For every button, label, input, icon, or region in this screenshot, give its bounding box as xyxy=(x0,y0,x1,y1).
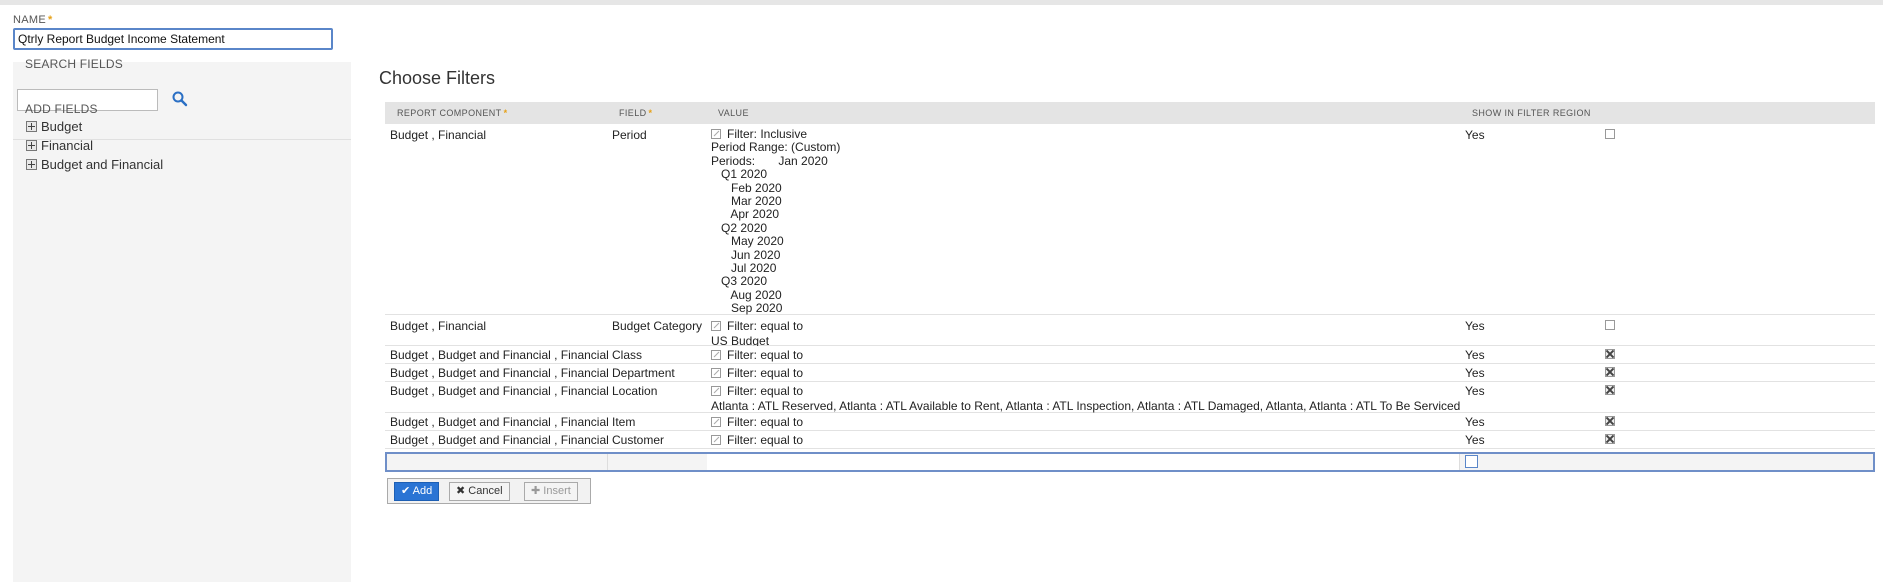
cancel-button[interactable]: ✖ Cancel xyxy=(449,482,510,501)
grid-header: REPORT COMPONENT * FIELD * VALUE SHOW IN F… xyxy=(385,102,1875,124)
table-row[interactable]: Budget , Budget and Financial , Financia… xyxy=(385,382,1875,413)
show-in-filter-cell: Yes xyxy=(1465,366,1485,380)
edit-icon[interactable] xyxy=(711,368,721,378)
name-label: NAME * xyxy=(13,14,53,26)
edit-icon[interactable] xyxy=(711,350,721,360)
show-in-filter-cell: Yes xyxy=(1465,415,1485,429)
new-field-cell[interactable] xyxy=(607,454,708,470)
show-in-filter-cell: Yes xyxy=(1465,384,1485,398)
field-cell: Item xyxy=(612,415,636,429)
row-checkbox[interactable] xyxy=(1605,320,1615,330)
add-button[interactable]: ✔ Add xyxy=(394,482,440,501)
row-checkbox[interactable] xyxy=(1605,434,1615,444)
table-row[interactable]: Budget , Budget and Financial , Financia… xyxy=(385,364,1875,382)
value-cell: Filter: equal to Atlanta : ATL Reserved,… xyxy=(711,384,1461,413)
expand-plus-icon[interactable] xyxy=(26,159,37,170)
table-row[interactable]: Budget , Financial Budget Category Filte… xyxy=(385,315,1875,348)
tree-item-budget[interactable]: Budget xyxy=(26,119,82,134)
top-bar xyxy=(0,0,1883,5)
report-component-cell: Budget , Financial xyxy=(390,319,487,333)
required-mark: * xyxy=(47,14,53,26)
new-value-cell[interactable] xyxy=(707,454,1460,470)
report-component-cell: Budget , Budget and Financial , Financia… xyxy=(390,384,609,398)
tree-item-financial[interactable]: Financial xyxy=(26,138,93,153)
column-header-field: FIELD * xyxy=(619,108,653,118)
row-checkbox[interactable] xyxy=(1605,416,1615,426)
value-cell: Filter: equal to xyxy=(711,348,803,363)
expand-plus-icon[interactable] xyxy=(26,140,37,151)
new-filter-row[interactable] xyxy=(385,452,1875,472)
field-cell: Department xyxy=(612,366,675,380)
close-icon: ✖ xyxy=(456,485,466,497)
page-title: Choose Filters xyxy=(379,68,496,88)
edit-icon[interactable] xyxy=(711,417,721,427)
show-in-filter-cell: Yes xyxy=(1465,433,1485,447)
column-header-value: VALUE xyxy=(718,108,749,118)
report-component-cell: Budget , Financial xyxy=(390,128,487,142)
edit-icon[interactable] xyxy=(711,321,721,331)
field-cell: Period xyxy=(612,128,647,142)
check-icon: ✔ xyxy=(401,485,411,497)
value-cell: Filter: equal to xyxy=(711,433,803,448)
new-component-cell[interactable] xyxy=(387,454,608,470)
search-icon[interactable] xyxy=(171,90,189,108)
show-in-filter-cell: Yes xyxy=(1465,128,1485,142)
row-checkbox[interactable] xyxy=(1605,349,1615,359)
field-cell: Budget Category xyxy=(612,319,703,333)
value-cell: Filter: equal to US Budget xyxy=(711,319,804,348)
edit-icon[interactable] xyxy=(711,129,721,139)
value-cell: Filter: equal to xyxy=(711,366,803,381)
search-fields-heading: SEARCH FIELDS xyxy=(25,57,123,71)
row-checkbox[interactable] xyxy=(1605,129,1615,139)
field-cell: Class xyxy=(612,348,643,362)
name-input[interactable] xyxy=(13,28,333,50)
insert-button[interactable]: ✚ Insert xyxy=(524,482,578,501)
filters-panel: Choose Filters REPORT COMPONENT * FIELD * … xyxy=(362,58,1883,586)
plus-icon: ✚ xyxy=(531,485,541,497)
column-header-report-component: REPORT COMPONENT * xyxy=(397,108,508,118)
edit-icon[interactable] xyxy=(711,386,721,396)
tree-item-budget-and-financial[interactable]: Budget and Financial xyxy=(26,157,163,172)
tree-item-label: Financial xyxy=(41,138,94,153)
tree-item-label: Budget and Financial xyxy=(41,157,164,172)
new-show-checkbox[interactable] xyxy=(1465,455,1478,468)
row-checkbox[interactable] xyxy=(1605,367,1615,377)
tree-item-label: Budget xyxy=(41,119,83,134)
column-header-show-in-filter-region: SHOW IN FILTER REGION xyxy=(1472,108,1591,118)
row-checkbox[interactable] xyxy=(1605,385,1615,395)
value-cell: Filter: Inclusive Period Range: (Custom)… xyxy=(711,127,841,316)
table-row[interactable]: Budget , Budget and Financial , Financia… xyxy=(385,413,1875,431)
field-cell: Customer xyxy=(612,433,665,447)
expand-plus-icon[interactable] xyxy=(26,121,37,132)
field-sidebar: SEARCH FIELDS ADD FIELDS Budget Financia… xyxy=(13,57,351,582)
table-row[interactable]: Budget , Budget and Financial , Financia… xyxy=(385,431,1875,449)
field-cell: Location xyxy=(612,384,658,398)
row-action-bar: ✔ Add ✖ Cancel ✚ Insert xyxy=(387,478,591,504)
report-component-cell: Budget , Budget and Financial , Financia… xyxy=(390,433,609,447)
show-in-filter-cell: Yes xyxy=(1465,348,1485,362)
report-component-cell: Budget , Budget and Financial , Financia… xyxy=(390,415,609,429)
table-row[interactable]: Budget , Financial Period Filter: Inclus… xyxy=(385,124,1875,315)
edit-icon[interactable] xyxy=(711,435,721,445)
table-row[interactable]: Budget , Budget and Financial , Financia… xyxy=(385,346,1875,364)
report-component-cell: Budget , Budget and Financial , Financia… xyxy=(390,366,609,380)
report-component-cell: Budget , Budget and Financial , Financia… xyxy=(390,348,609,362)
show-in-filter-cell: Yes xyxy=(1465,319,1485,333)
add-fields-heading: ADD FIELDS xyxy=(25,102,98,116)
value-cell: Filter: equal to xyxy=(711,415,803,430)
